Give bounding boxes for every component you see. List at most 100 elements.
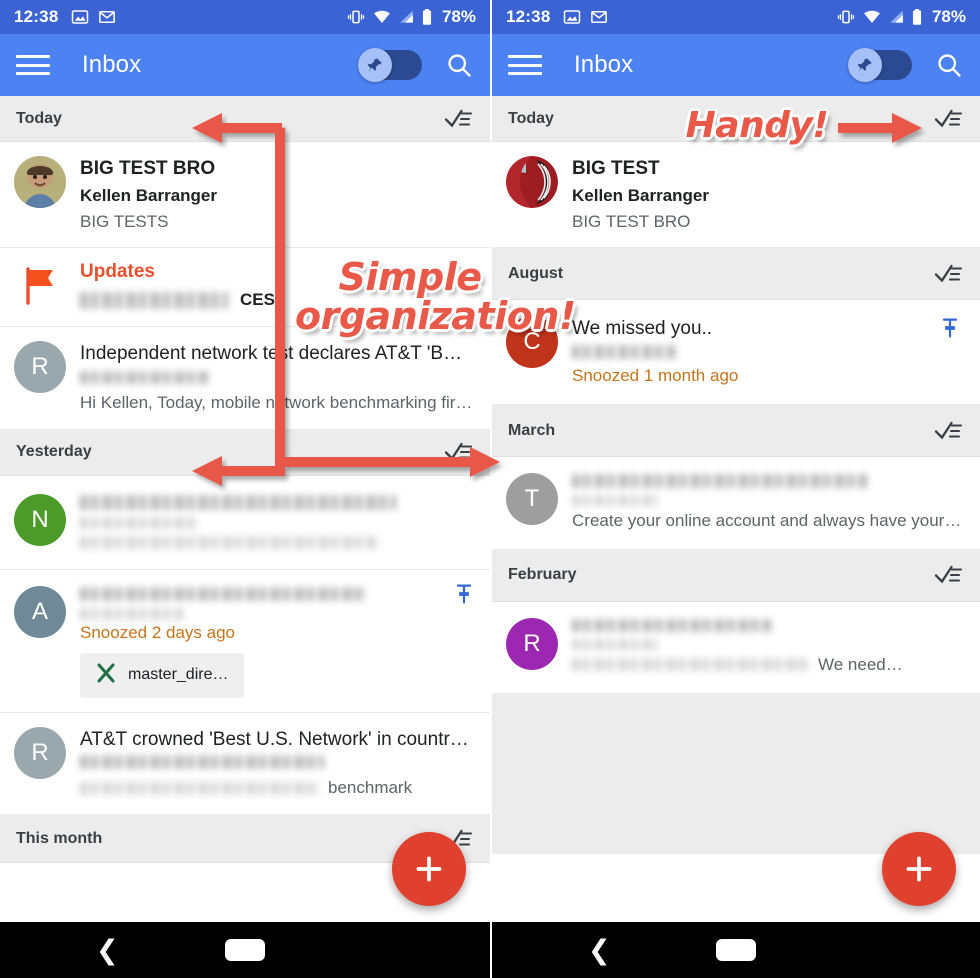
home-pill-icon[interactable]: [225, 939, 265, 961]
avatar: R: [14, 341, 66, 394]
pin-indicator-icon: [456, 584, 472, 609]
redacted-sender: [80, 607, 184, 620]
add-compose-icon: [416, 856, 442, 882]
redacted-sender: [80, 516, 198, 529]
section-title: Today: [16, 109, 62, 127]
add-compose-icon: [906, 856, 932, 882]
redacted-sender: [80, 370, 210, 384]
section-header-today: Today: [492, 96, 980, 142]
redacted-title: [572, 618, 772, 632]
search-icon[interactable]: [934, 50, 964, 80]
wifi-icon: [862, 8, 882, 26]
left-email-list: Today BIG TEST BRO Kellen Barranger BIG …: [0, 96, 490, 864]
right-phone-screenshot: 12:38 78% Inbox Today BIG TEST Kellen Ba…: [490, 0, 980, 978]
redacted-title: [80, 494, 396, 510]
pin-toggle-switch[interactable]: [358, 48, 422, 82]
email-snippet: Create your online account and always ha…: [572, 511, 962, 531]
email-title: We missed you..: [572, 318, 713, 340]
table-row[interactable]: N: [0, 475, 490, 570]
signal-icon: [398, 8, 415, 26]
table-row[interactable]: R Independent network test declares AT&T…: [0, 327, 490, 430]
page-title: Inbox: [574, 51, 634, 78]
battery-percent: 78%: [931, 7, 966, 26]
battery-percent: 78%: [441, 7, 476, 26]
email-snippet-suffix: benchmark: [328, 778, 413, 798]
avatar: R: [14, 726, 66, 779]
table-row[interactable]: T Create your online account and always …: [492, 457, 980, 550]
avatar: [506, 156, 558, 208]
table-row[interactable]: R AT&T crowned 'Best U.S. Network' in co…: [0, 712, 490, 816]
section-header-today: Today: [0, 96, 490, 142]
hamburger-menu-icon[interactable]: [508, 53, 542, 77]
table-row[interactable]: R We need…: [492, 601, 980, 694]
app-bar: Inbox: [0, 34, 490, 96]
compose-fab-button[interactable]: [882, 832, 956, 906]
pin-indicator-icon: [942, 318, 958, 343]
right-email-list: Today BIG TEST Kellen Barranger BIG TEST…: [492, 96, 980, 854]
email-sender-suffix: CES: [240, 290, 275, 310]
section-header-yesterday: Yesterday: [0, 429, 490, 476]
email-sender: Kellen Barranger: [80, 185, 217, 205]
flag-icon: [14, 260, 66, 312]
avatar: N: [14, 493, 66, 546]
done-all-sweep-icon[interactable]: [934, 420, 964, 442]
compose-fab-button[interactable]: [392, 832, 466, 906]
email-snippet: BIG TESTS: [80, 211, 169, 231]
avatar: A: [14, 585, 66, 638]
section-header-march: March: [492, 405, 980, 458]
avatar: [14, 156, 66, 208]
gmail-icon: [590, 8, 608, 26]
excel-file-icon: [96, 662, 116, 689]
signal-icon: [888, 8, 905, 26]
redacted-sender: [572, 495, 658, 507]
photos-icon: [563, 8, 581, 26]
pin-toggle-switch[interactable]: [848, 48, 912, 82]
back-icon[interactable]: ❮: [96, 937, 119, 964]
updates-label: Updates: [80, 261, 155, 283]
redacted-snippet: [80, 781, 320, 795]
section-header-august: August: [492, 248, 980, 301]
status-bar-clock: 12:38: [14, 7, 59, 26]
avatar: R: [506, 617, 558, 670]
email-title: Independent network test declares AT&T '…: [80, 343, 463, 365]
snoozed-label: Snoozed 2 days ago: [80, 622, 236, 642]
empty-list-area: [492, 693, 980, 854]
photos-icon: [71, 8, 89, 26]
table-row[interactable]: BIG TEST BRO Kellen Barranger BIG TESTS: [0, 142, 490, 249]
email-snippet: BIG TEST BRO: [572, 211, 691, 231]
battery-icon: [911, 8, 923, 26]
section-title: August: [508, 264, 564, 282]
redacted-sender: [572, 638, 658, 650]
pin-icon: [358, 48, 392, 82]
status-bar: 12:38 78%: [492, 0, 980, 34]
search-icon[interactable]: [444, 50, 474, 80]
gmail-icon: [98, 8, 116, 26]
email-title: BIG TEST BRO: [80, 158, 216, 179]
done-all-sweep-icon[interactable]: [934, 564, 964, 586]
done-all-sweep-icon[interactable]: [934, 263, 964, 285]
back-icon[interactable]: ❮: [588, 937, 611, 964]
section-title: Yesterday: [16, 443, 92, 461]
table-row[interactable]: C We missed you.. Snoozed 1 month ago: [492, 300, 980, 406]
redacted-snippet: [572, 658, 810, 672]
system-nav-bar: ❮: [492, 922, 980, 978]
done-all-sweep-icon[interactable]: [934, 108, 964, 130]
table-row[interactable]: Updates CES: [0, 248, 490, 328]
done-all-sweep-icon[interactable]: [444, 108, 474, 130]
attachment-chip[interactable]: master_dire…: [80, 652, 245, 698]
vibrate-icon: [836, 8, 856, 26]
email-title: BIG TEST: [572, 158, 660, 179]
home-pill-icon[interactable]: [716, 939, 756, 961]
table-row[interactable]: A Snoozed 2 days ago master_dire…: [0, 569, 490, 713]
app-bar: Inbox: [492, 34, 980, 96]
section-title: February: [508, 566, 577, 584]
hamburger-menu-icon[interactable]: [16, 53, 50, 77]
avatar: C: [506, 316, 558, 369]
page-title: Inbox: [82, 51, 142, 78]
done-all-sweep-icon[interactable]: [444, 441, 474, 463]
section-title: Today: [508, 109, 554, 127]
redacted-sender: [572, 345, 676, 360]
email-snippet: Hi Kellen, Today, mobile network benchma…: [80, 392, 473, 412]
table-row[interactable]: BIG TEST Kellen Barranger BIG TEST BRO: [492, 142, 980, 249]
redacted-snippet: [80, 535, 378, 549]
